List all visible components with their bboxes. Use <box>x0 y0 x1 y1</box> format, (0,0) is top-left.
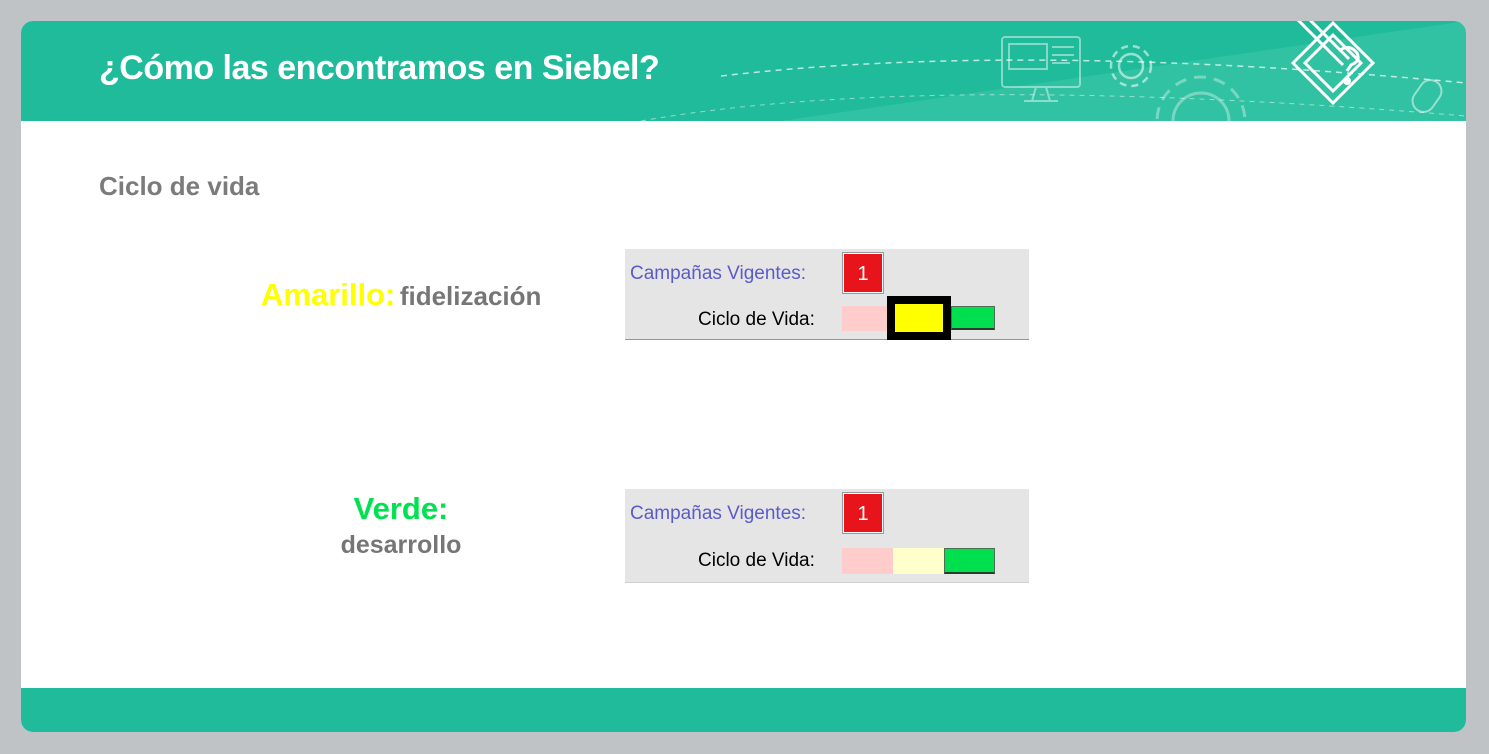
lifecycle-stage-green-selected[interactable] <box>944 548 995 574</box>
edit-document-icon <box>1290 21 1376 106</box>
monitor-icon <box>1001 36 1081 102</box>
large-gear-icon <box>1155 75 1247 121</box>
siebel-panel-green: Campañas Vigentes: 1 Ciclo de Vida: <box>625 489 1029 583</box>
mouse-icon <box>1411 79 1443 113</box>
green-stage-key: Verde: <box>353 491 449 526</box>
slide: ¿Cómo las encontramos en Siebel? Ciclo d… <box>21 21 1466 732</box>
yellow-stage-desc: fidelización <box>399 281 542 311</box>
green-stage-desc: desarrollo <box>340 531 462 559</box>
yellow-stage-label: Amarillo: fidelización <box>261 277 541 313</box>
campaigns-label: Campañas Vigentes: <box>630 263 807 284</box>
campaigns-count-badge[interactable]: 1 <box>842 492 884 534</box>
footer-bar <box>21 688 1466 732</box>
lifecycle-stage-green[interactable] <box>951 306 995 330</box>
lifecycle-label: Ciclo de Vida: <box>698 550 815 571</box>
lifecycle-stage-yellow[interactable] <box>893 548 944 574</box>
green-stage-label: Verde: desarrollo <box>331 491 471 563</box>
lifecycle-stage-red[interactable] <box>842 306 887 331</box>
lifecycle-stage-red[interactable] <box>842 548 893 574</box>
lifecycle-stage-yellow-selected[interactable] <box>887 296 951 340</box>
siebel-panel-yellow: Campañas Vigentes: 1 Ciclo de Vida: <box>625 249 1029 340</box>
header-bar: ¿Cómo las encontramos en Siebel? <box>21 21 1466 121</box>
page-title: ¿Cómo las encontramos en Siebel? <box>99 49 660 87</box>
lifecycle-label: Ciclo de Vida: <box>698 309 815 330</box>
campaigns-label: Campañas Vigentes: <box>630 503 807 524</box>
campaigns-count-badge[interactable]: 1 <box>842 252 884 294</box>
yellow-stage-key: Amarillo: <box>261 277 396 312</box>
section-subtitle: Ciclo de vida <box>99 171 260 201</box>
